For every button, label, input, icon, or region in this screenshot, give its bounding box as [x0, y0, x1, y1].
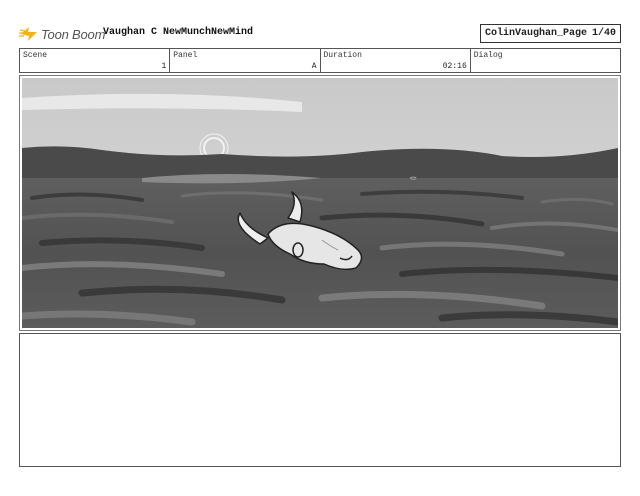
- toon-boom-logo-icon: [19, 27, 37, 41]
- duration-label: Duration: [323, 51, 362, 60]
- page-indicator: ColinVaughan_Page 1/40: [480, 24, 621, 43]
- project-title: Vaughan C NewMunchNewMind: [103, 27, 254, 38]
- dialog-cell: Dialog: [471, 49, 620, 72]
- toon-boom-logo: Toon Boom: [19, 24, 105, 44]
- panel-cell: Panel A: [170, 49, 321, 72]
- scene-cell: Scene 1: [20, 49, 171, 72]
- panel-label: Panel: [173, 51, 198, 60]
- panel-value: A: [311, 62, 317, 71]
- logo-text: Toon Boom: [41, 26, 106, 42]
- duration-value: 02:16: [442, 62, 467, 71]
- page-number: 1/40: [591, 28, 616, 39]
- page-name: ColinVaughan_Page: [485, 28, 588, 39]
- action-notes-box: [19, 333, 621, 467]
- panel-info-table: Scene 1 Panel A Duration 02:16 Dialog: [19, 48, 621, 73]
- scene-value: 1: [161, 62, 167, 71]
- scene-label: Scene: [23, 51, 48, 60]
- duration-cell: Duration 02:16: [321, 49, 471, 72]
- storyboard-sketch-image: [22, 78, 618, 328]
- page-header: Toon Boom Vaughan C NewMunchNewMind Coli…: [19, 22, 621, 46]
- dialog-label: Dialog: [473, 51, 503, 60]
- storyboard-panel: [19, 75, 621, 331]
